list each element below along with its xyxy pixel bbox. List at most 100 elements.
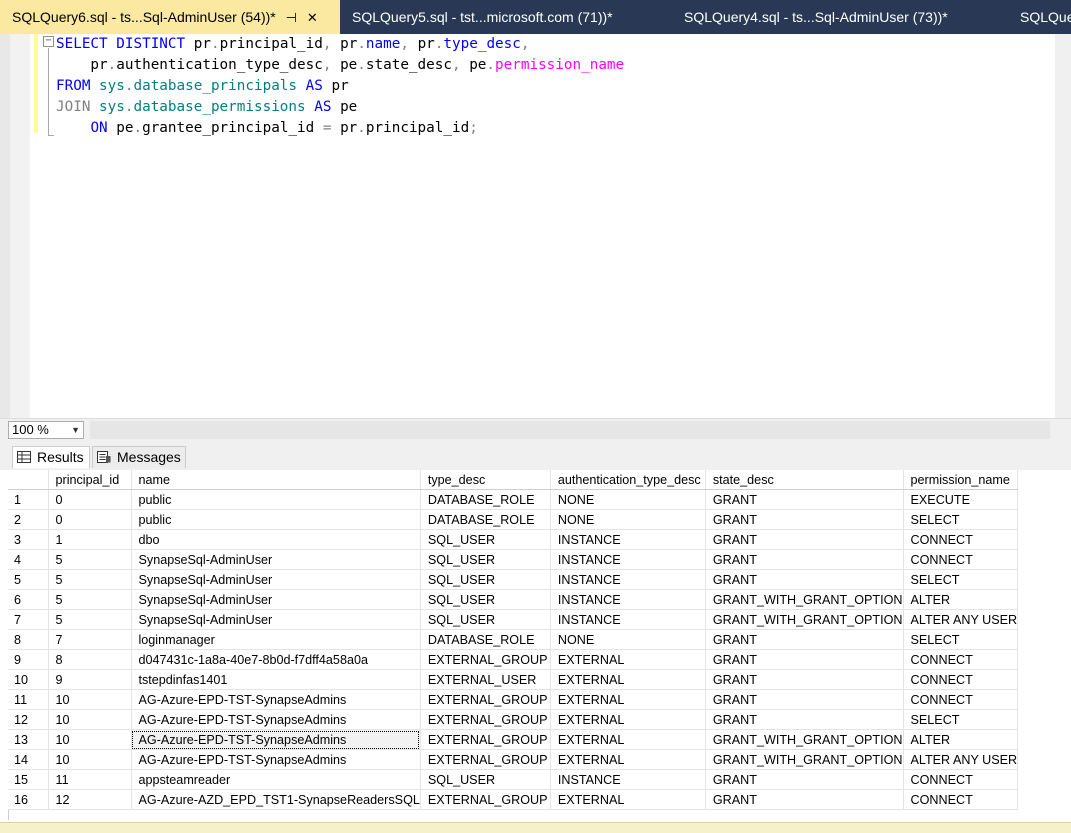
grid-cell-state-desc[interactable]: GRANT	[705, 529, 904, 550]
grid-cell-principal-id[interactable]: 7	[48, 629, 132, 650]
grid-cell-name[interactable]: SynapseSql-AdminUser	[131, 589, 421, 610]
grid-cell-state-desc[interactable]: GRANT	[705, 789, 904, 810]
row-number[interactable]: 1	[8, 489, 49, 510]
grid-cell-name[interactable]: dbo	[131, 529, 421, 550]
grid-cell-permission-name[interactable]: CONNECT	[903, 529, 1019, 550]
grid-cell-permission-name[interactable]: CONNECT	[903, 769, 1019, 790]
grid-cell-authentication-type-desc[interactable]: EXTERNAL	[550, 669, 706, 690]
table-row[interactable]: 16 12 AG-Azure-AZD_EPD_TST1-SynapseReaders…	[8, 789, 1019, 810]
grid-cell-permission-name[interactable]: CONNECT	[903, 549, 1019, 570]
table-row[interactable]: 9 8 d047431c-1a8a-40e7-8b0d-f7dff4a58a0a EX…	[8, 649, 1019, 670]
table-row[interactable]: 12 10 AG-Azure-EPD-TST-SynapseAdmins EXTERN…	[8, 709, 1019, 730]
grid-cell-type-desc[interactable]: EXTERNAL_GROUP	[420, 649, 551, 670]
tab-sqlquery4[interactable]: SQLQuery4.sql - ts...Sql-AdminUser (73))…	[672, 0, 1012, 34]
grid-cell-authentication-type-desc[interactable]: INSTANCE	[550, 589, 706, 610]
grid-cell-principal-id[interactable]: 0	[48, 489, 132, 510]
grid-cell-type-desc[interactable]: SQL_USER	[420, 589, 551, 610]
tab-sqlquery-overflow[interactable]: SQLQue	[1008, 0, 1071, 34]
grid-cell-permission-name[interactable]: ALTER ANY USER	[903, 749, 1019, 770]
grid-cell-name[interactable]: SynapseSql-AdminUser	[131, 549, 421, 570]
grid-cell-permission-name[interactable]: CONNECT	[903, 689, 1019, 710]
grid-cell-permission-name[interactable]: CONNECT	[903, 669, 1019, 690]
grid-cell-permission-name[interactable]: CONNECT	[903, 649, 1019, 670]
table-row[interactable]: 13 10 AG-Azure-EPD-TST-SynapseAdmins EXTERN…	[8, 729, 1019, 750]
grid-cell-name[interactable]: AG-Azure-EPD-TST-SynapseAdmins	[131, 749, 421, 770]
grid-cell-name[interactable]: SynapseSql-AdminUser	[131, 569, 421, 590]
grid-cell-type-desc[interactable]: EXTERNAL_GROUP	[420, 729, 551, 750]
grid-cell-authentication-type-desc[interactable]: EXTERNAL	[550, 749, 706, 770]
grid-cell-type-desc[interactable]: SQL_USER	[420, 769, 551, 790]
row-number[interactable]: 7	[8, 609, 49, 630]
grid-cell-type-desc[interactable]: DATABASE_ROLE	[420, 489, 551, 510]
grid-cell-type-desc[interactable]: EXTERNAL_GROUP	[420, 689, 551, 710]
grid-cell-state-desc[interactable]: GRANT	[705, 689, 904, 710]
grid-cell-name[interactable]: AG-Azure-AZD_EPD_TST1-SynapseReadersSQL	[131, 789, 421, 810]
grid-cell-state-desc[interactable]: GRANT	[705, 509, 904, 530]
grid-cell-state-desc[interactable]: GRANT_WITH_GRANT_OPTION	[705, 749, 904, 770]
grid-cell-principal-id[interactable]: 10	[48, 729, 132, 750]
chevron-down-icon[interactable]: ▼	[71, 422, 80, 438]
row-number[interactable]: 11	[8, 689, 49, 710]
grid-cell-state-desc[interactable]: GRANT_WITH_GRANT_OPTION	[705, 729, 904, 750]
grid-cell-name[interactable]: public	[131, 489, 421, 510]
grid-cell-authentication-type-desc[interactable]: NONE	[550, 509, 706, 530]
grid-cell-type-desc[interactable]: SQL_USER	[420, 569, 551, 590]
row-number[interactable]: 9	[8, 649, 49, 670]
grid-cell-principal-id[interactable]: 10	[48, 749, 132, 770]
column-header[interactable]: state_desc	[705, 470, 904, 490]
grid-cell-authentication-type-desc[interactable]: EXTERNAL	[550, 709, 706, 730]
tab-results[interactable]: Results	[12, 446, 90, 468]
table-row[interactable]: 10 9 tstepdinfas1401 EXTERNAL_USER EXTERNAL G…	[8, 669, 1019, 690]
grid-cell-permission-name[interactable]: SELECT	[903, 509, 1019, 530]
table-row[interactable]: 8 7 loginmanager DATABASE_ROLE NONE GRANT SELE…	[8, 629, 1019, 650]
grid-cell-principal-id[interactable]: 9	[48, 669, 132, 690]
table-row[interactable]: 6 5 SynapseSql-AdminUser SQL_USER INSTANCE GR…	[8, 589, 1019, 610]
grid-cell-state-desc[interactable]: GRANT	[705, 669, 904, 690]
grid-cell-state-desc[interactable]: GRANT_WITH_GRANT_OPTION	[705, 589, 904, 610]
grid-cell-type-desc[interactable]: SQL_USER	[420, 609, 551, 630]
grid-cell-name[interactable]: loginmanager	[131, 629, 421, 650]
column-header[interactable]: type_desc	[420, 470, 551, 490]
grid-cell-type-desc[interactable]: EXTERNAL_USER	[420, 669, 551, 690]
grid-cell-principal-id[interactable]: 5	[48, 569, 132, 590]
grid-cell-state-desc[interactable]: GRANT	[705, 649, 904, 670]
grid-cell-permission-name[interactable]: ALTER ANY USER	[903, 609, 1019, 630]
grid-cell-authentication-type-desc[interactable]: INSTANCE	[550, 549, 706, 570]
grid-cell-authentication-type-desc[interactable]: EXTERNAL	[550, 789, 706, 810]
editor-vertical-scrollbar[interactable]	[1055, 34, 1071, 418]
grid-cell-type-desc[interactable]: SQL_USER	[420, 549, 551, 570]
code-line[interactable]: pr.authentication_type_desc, pe.state_de…	[56, 55, 624, 76]
row-number-header[interactable]	[8, 470, 49, 490]
grid-cell-name[interactable]: d047431c-1a8a-40e7-8b0d-f7dff4a58a0a	[131, 649, 421, 670]
column-header[interactable]: permission_name	[903, 470, 1019, 490]
tab-messages[interactable]: Messages	[92, 446, 186, 468]
grid-cell-principal-id[interactable]: 1	[48, 529, 132, 550]
row-number[interactable]: 5	[8, 569, 49, 590]
grid-cell-state-desc[interactable]: GRANT	[705, 769, 904, 790]
grid-cell-authentication-type-desc[interactable]: NONE	[550, 489, 706, 510]
grid-cell-state-desc[interactable]: GRANT	[705, 569, 904, 590]
row-number[interactable]: 14	[8, 749, 49, 770]
table-row[interactable]: 4 5 SynapseSql-AdminUser SQL_USER INSTANCE GR…	[8, 549, 1019, 570]
grid-cell-permission-name[interactable]: SELECT	[903, 569, 1019, 590]
grid-cell-name[interactable]: appsteamreader	[131, 769, 421, 790]
grid-cell-state-desc[interactable]: GRANT	[705, 629, 904, 650]
grid-cell-principal-id[interactable]: 5	[48, 609, 132, 630]
grid-cell-type-desc[interactable]: EXTERNAL_GROUP	[420, 709, 551, 730]
results-grid[interactable]: principal_id name type_desc authenticati…	[8, 470, 1019, 810]
row-number[interactable]: 16	[8, 789, 49, 810]
row-number[interactable]: 2	[8, 509, 49, 530]
grid-cell-state-desc[interactable]: GRANT	[705, 489, 904, 510]
grid-cell-authentication-type-desc[interactable]: NONE	[550, 629, 706, 650]
row-number[interactable]: 8	[8, 629, 49, 650]
grid-cell-permission-name[interactable]: CONNECT	[903, 789, 1019, 810]
editor-horizontal-scrollbar[interactable]	[90, 421, 1050, 439]
grid-cell-name[interactable]: AG-Azure-EPD-TST-SynapseAdmins	[131, 689, 421, 710]
grid-cell-state-desc[interactable]: GRANT	[705, 549, 904, 570]
row-number[interactable]: 4	[8, 549, 49, 570]
grid-cell-type-desc[interactable]: EXTERNAL_GROUP	[420, 789, 551, 810]
tab-sqlquery5[interactable]: SQLQuery5.sql - tst...microsoft.com (71)…	[340, 0, 678, 34]
grid-cell-authentication-type-desc[interactable]: INSTANCE	[550, 769, 706, 790]
grid-cell-state-desc[interactable]: GRANT_WITH_GRANT_OPTION	[705, 609, 904, 630]
grid-cell-type-desc[interactable]: SQL_USER	[420, 529, 551, 550]
